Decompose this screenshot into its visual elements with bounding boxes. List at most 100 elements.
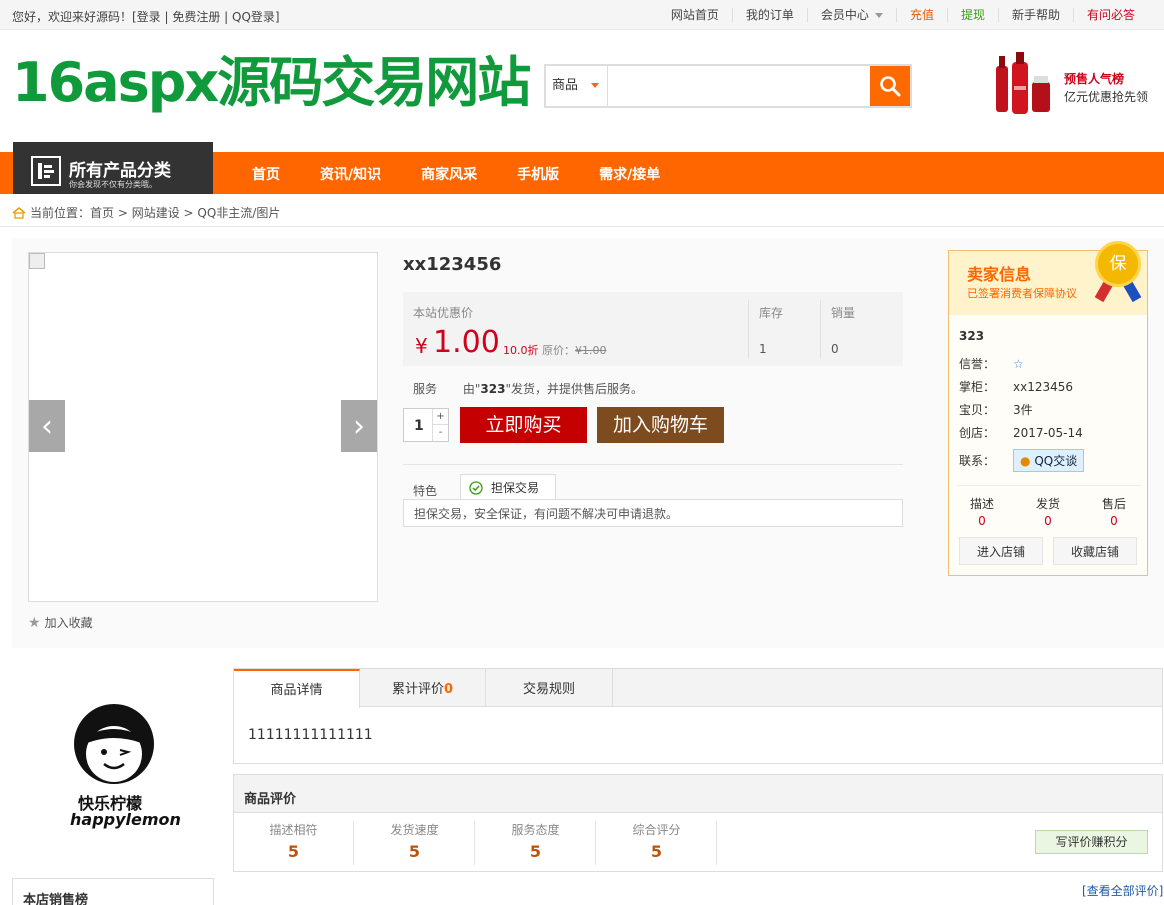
link-help[interactable]: 新手帮助 — [997, 8, 1073, 22]
header-ad[interactable]: 预售人气榜 亿元优惠抢先领 — [990, 52, 1150, 120]
score-value: 0 — [1044, 514, 1052, 528]
search-input[interactable] — [608, 66, 870, 106]
search-button[interactable] — [870, 66, 910, 106]
feature-description: 担保交易，安全保证，有问题不解决可申请退款。 — [403, 499, 903, 527]
review-score-service: 服务态度 5 — [476, 821, 596, 865]
nav-item-requests[interactable]: 需求/接单 — [579, 152, 680, 194]
search-category-label: 商品 — [552, 78, 579, 93]
check-circle-icon — [469, 480, 483, 495]
nav-item-home[interactable]: 首页 — [232, 152, 300, 194]
breadcrumb-path[interactable]: 首页 > 网站建设 > QQ非主流/图片 — [90, 204, 280, 221]
cosmetics-image — [996, 52, 1050, 114]
all-categories-label: 所有产品分类 — [69, 161, 171, 181]
sales-value: 0 — [831, 342, 839, 356]
tab-trade-rules[interactable]: 交易规则 — [486, 669, 613, 707]
chevron-left-icon: ‹ — [41, 408, 53, 444]
link-my-orders[interactable]: 我的订单 — [731, 8, 807, 22]
review-score-value: 5 — [650, 842, 663, 861]
qq-chat-label: QQ交谈 — [1034, 454, 1078, 468]
add-favorite-link[interactable]: ★ 加入收藏 — [28, 614, 93, 631]
member-center-label: 会员中心 — [820, 8, 869, 22]
prev-image-button[interactable]: ‹ — [29, 400, 65, 452]
score-label: 描述 — [969, 497, 994, 511]
seller-title: 卖家信息 — [967, 265, 1032, 284]
link-member-center[interactable]: 会员中心 — [806, 8, 896, 22]
link-qa[interactable]: 有问必答 — [1072, 8, 1148, 22]
review-score-shipping: 发货速度 5 — [355, 821, 475, 865]
price-value: 1.00 — [433, 325, 500, 360]
search-bar: 商品 — [544, 64, 912, 108]
tab-reviews[interactable]: 累计评价0 — [360, 669, 486, 707]
home-icon — [12, 206, 26, 219]
feature-tab-label: 担保交易 — [491, 480, 540, 495]
buy-now-button[interactable]: 立即购买 — [460, 407, 587, 443]
add-to-cart-button[interactable]: 加入购物车 — [597, 407, 724, 443]
link-recharge[interactable]: 充值 — [895, 8, 947, 22]
nav-items: 首页 资讯/知识 商家风采 手机版 需求/接单 — [232, 152, 680, 194]
seller-name: 323 — [959, 329, 985, 343]
nav-item-mobile[interactable]: 手机版 — [497, 152, 579, 194]
search-icon — [880, 76, 901, 97]
seller-panel: 卖家信息 已签署消费者保障协议 保 323 信誉： ☆ 掌柜： xx123456 宝… — [948, 241, 1148, 576]
chevron-down-icon — [874, 13, 883, 18]
link-site-home[interactable]: 网站首页 — [658, 8, 732, 22]
next-image-button[interactable]: › — [341, 400, 377, 452]
review-score-label: 服务态度 — [511, 823, 560, 837]
price-box: 本站优惠价 ¥ 1.00 10.0折 原价：¥1.00 库存 1 销量 0 — [403, 292, 903, 366]
enter-shop-button[interactable]: 进入店铺 — [959, 537, 1043, 565]
items-value: 3件 — [1013, 403, 1033, 417]
currency-symbol: ¥ — [415, 334, 428, 358]
review-score-value: 5 — [287, 842, 300, 861]
contact-label: 联系： — [959, 454, 996, 468]
service-label: 服务 — [413, 382, 438, 396]
breadcrumb: 当前位置： 首页 > 网站建设 > QQ非主流/图片 — [12, 204, 280, 221]
founded-value: 2017-05-14 — [1013, 426, 1083, 440]
qq-chat-button[interactable]: ● QQ交谈 — [1013, 449, 1085, 472]
site-logo[interactable]: 16aspx源码交易网站 — [12, 44, 531, 122]
quantity-stepper: 1 + - — [403, 408, 449, 442]
review-score-overall: 综合评分 5 — [597, 821, 717, 865]
review-score-label: 描述相符 — [269, 823, 318, 837]
quantity-increase-button[interactable]: + — [432, 409, 448, 425]
add-favorite-label: 加入收藏 — [44, 616, 93, 630]
detail-tabs: 商品详情 累计评价0 交易规则 11111111111111 — [233, 668, 1163, 764]
link-withdraw[interactable]: 提现 — [946, 8, 998, 22]
score-shipping: 发货 0 — [1015, 495, 1081, 528]
stock-value: 1 — [759, 342, 767, 356]
product-title: xx123456 — [403, 254, 502, 275]
greeting-text[interactable]: 您好，欢迎来好源码！[登录 | 免费注册 | QQ登录] — [12, 8, 280, 25]
feature-label: 特色 — [413, 484, 438, 498]
service-post: "发货，并提供售后服务。 — [505, 382, 643, 396]
ad-title: 预售人气榜 — [1064, 72, 1125, 86]
divider — [0, 226, 1164, 227]
quantity-decrease-button[interactable]: - — [432, 425, 448, 441]
search-category-select[interactable]: 商品 — [546, 66, 608, 106]
review-score-value: 5 — [408, 842, 421, 861]
write-review-button[interactable]: 写评价赚积分 — [1035, 830, 1148, 854]
review-score-description: 描述相符 5 — [234, 821, 354, 865]
tab-product-details[interactable]: 商品详情 — [234, 669, 360, 708]
feature-tab-escrow[interactable]: 担保交易 — [460, 474, 556, 500]
price-label: 本站优惠价 — [413, 306, 474, 320]
nav-item-merchants[interactable]: 商家风采 — [401, 152, 497, 194]
nav-item-news[interactable]: 资讯/知识 — [300, 152, 401, 194]
seller-contact-row: 联系： ● QQ交谈 — [959, 449, 1085, 472]
stock-label: 库存 — [759, 306, 784, 320]
sales-label: 销量 — [831, 306, 856, 320]
score-value: 0 — [1110, 514, 1118, 528]
favorite-shop-button[interactable]: 收藏店铺 — [1053, 537, 1137, 565]
category-icon — [31, 156, 61, 186]
service-pre: 由" — [462, 382, 481, 396]
all-categories-button[interactable]: 所有产品分类 你会发现不仅有分类哦。 — [13, 142, 213, 194]
view-all-reviews-link[interactable]: [查看全部评价] — [1082, 882, 1163, 899]
service-info: 服务 由"323"发货，并提供售后服务。 — [413, 380, 643, 397]
sales-rank-title: 本店销售榜 — [23, 893, 89, 905]
divider — [748, 300, 749, 358]
divider — [820, 300, 821, 358]
quantity-value[interactable]: 1 — [414, 418, 424, 434]
product-image[interactable] — [28, 252, 378, 602]
seller-subtitle[interactable]: 已签署消费者保障协议 — [967, 285, 1077, 301]
product-detail-content: 11111111111111 — [248, 727, 373, 743]
sales-rank-box: 本店销售榜 — [12, 878, 214, 905]
tab-reviews-label: 累计评价 — [391, 682, 444, 697]
